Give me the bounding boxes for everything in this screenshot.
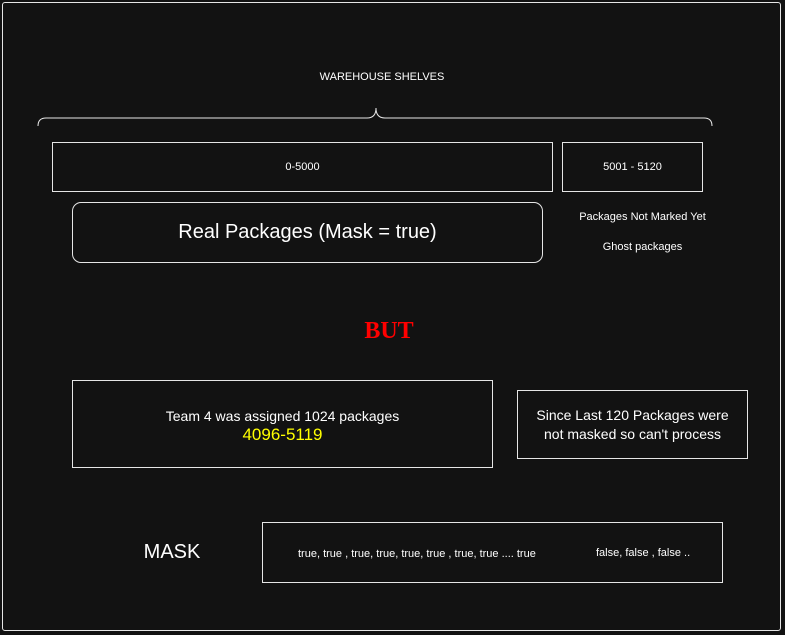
shelves-brace	[37, 107, 713, 127]
mask-true-values: true, true , true, true, true, true , tr…	[298, 548, 536, 560]
unmasked-problem-box: Since Last 120 Packages were not masked …	[517, 390, 748, 459]
mask-label: MASK	[143, 541, 201, 563]
warehouse-shelves-title: WAREHOUSE SHELVES	[319, 71, 445, 83]
problem-line-2: not masked so can't process	[544, 425, 721, 442]
problem-line-1: Since Last 120 Packages were	[536, 406, 729, 423]
ghost-packages-note: Ghost packages	[602, 241, 683, 253]
mask-false-values: false, false , false ..	[596, 547, 691, 559]
shelf-range-label-main: 0-5000	[285, 161, 320, 173]
real-packages-box: Real Packages (Mask = true)	[72, 202, 543, 263]
team-range-text: 4096-5119	[242, 424, 323, 444]
mask-values-box: true, true , true, true, true, true , tr…	[262, 522, 723, 583]
team-assignment-box: Team 4 was assigned 1024 packages 4096-5…	[72, 380, 493, 468]
team-assignment-text: Team 4 was assigned 1024 packages	[165, 407, 400, 424]
real-packages-label: Real Packages (Mask = true)	[178, 221, 437, 243]
not-marked-note: Packages Not Marked Yet	[579, 211, 706, 223]
shelf-range-box-main: 0-5000	[52, 142, 553, 192]
shelf-range-box-extra: 5001 - 5120	[562, 142, 703, 192]
shelf-range-label-extra: 5001 - 5120	[603, 161, 662, 173]
but-divider-text: BUT	[364, 318, 414, 344]
